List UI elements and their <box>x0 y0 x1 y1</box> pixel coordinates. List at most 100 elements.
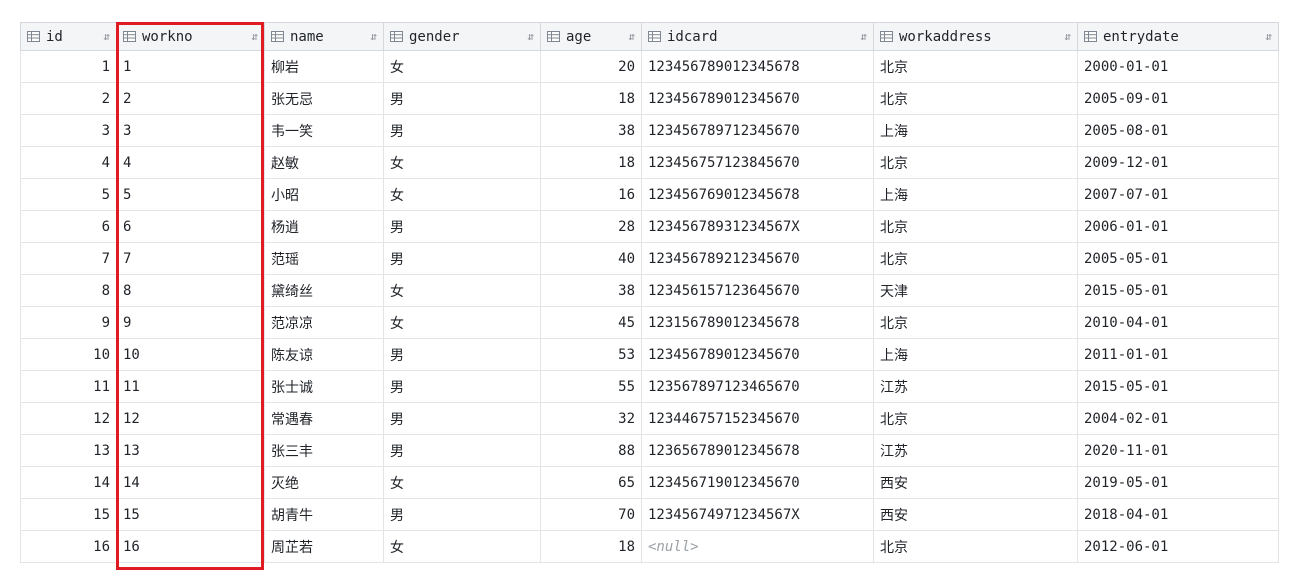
cell-name[interactable]: 周芷若 <box>264 530 384 563</box>
cell-age[interactable]: 18 <box>540 146 642 179</box>
table-row[interactable]: 12 12 常遇春男 32 123446757152345670 北京 2004-02-01 <box>20 402 1279 435</box>
cell-entrydate[interactable]: 2005-09-01 <box>1077 82 1279 115</box>
cell-workaddress[interactable]: 天津 <box>873 274 1078 307</box>
cell-name[interactable]: 灭绝 <box>264 466 384 499</box>
table-row[interactable]: 4 4 赵敏女 18 123456757123845670 北京 2009-12-01 <box>20 146 1279 179</box>
cell-age[interactable]: 32 <box>540 402 642 435</box>
cell-idcard[interactable]: 123456789012345670 <box>641 82 874 115</box>
cell-workaddress[interactable]: 上海 <box>873 114 1078 147</box>
cell-workno[interactable]: 13 <box>116 434 265 467</box>
cell-entrydate[interactable]: 2010-04-01 <box>1077 306 1279 339</box>
cell-name[interactable]: 张无忌 <box>264 82 384 115</box>
cell-gender[interactable]: 女 <box>383 466 541 499</box>
cell-name[interactable]: 常遇春 <box>264 402 384 435</box>
cell-idcard[interactable]: 123456789012345670 <box>641 338 874 371</box>
table-row[interactable]: 5 5 小昭女 16 123456769012345678 上海 2007-07-01 <box>20 178 1279 211</box>
table-row[interactable]: 7 7 范瑶男 40 123456789212345670 北京 2005-05-01 <box>20 242 1279 275</box>
cell-id[interactable]: 8 <box>20 274 117 307</box>
sort-arrows-icon[interactable]: ⇵ <box>1265 30 1272 43</box>
sort-arrows-icon[interactable]: ⇵ <box>103 30 110 43</box>
cell-entrydate[interactable]: 2015-05-01 <box>1077 274 1279 307</box>
cell-id[interactable]: 16 <box>20 530 117 563</box>
cell-idcard[interactable]: 12345674971234567X <box>641 498 874 531</box>
cell-age[interactable]: 16 <box>540 178 642 211</box>
cell-id[interactable]: 12 <box>20 402 117 435</box>
cell-id[interactable]: 13 <box>20 434 117 467</box>
cell-workno[interactable]: 16 <box>116 530 265 563</box>
cell-idcard[interactable]: 123656789012345678 <box>641 434 874 467</box>
cell-name[interactable]: 范瑶 <box>264 242 384 275</box>
cell-workaddress[interactable]: 北京 <box>873 210 1078 243</box>
cell-idcard[interactable]: 123456769012345678 <box>641 178 874 211</box>
cell-workaddress[interactable]: 北京 <box>873 146 1078 179</box>
table-row[interactable]: 13 13 张三丰男 88 123656789012345678 江苏 2020-11-01 <box>20 434 1279 467</box>
cell-age[interactable]: 55 <box>540 370 642 403</box>
cell-workaddress[interactable]: 北京 <box>873 242 1078 275</box>
cell-idcard[interactable]: 123456789212345670 <box>641 242 874 275</box>
cell-entrydate[interactable]: 2020-11-01 <box>1077 434 1279 467</box>
cell-id[interactable]: 4 <box>20 146 117 179</box>
cell-gender[interactable]: 男 <box>383 114 541 147</box>
cell-idcard[interactable]: 123567897123465670 <box>641 370 874 403</box>
cell-workaddress[interactable]: 西安 <box>873 466 1078 499</box>
cell-gender[interactable]: 男 <box>383 498 541 531</box>
sort-arrows-icon[interactable]: ⇵ <box>527 30 534 43</box>
cell-workno[interactable]: 4 <box>116 146 265 179</box>
cell-entrydate[interactable]: 2015-05-01 <box>1077 370 1279 403</box>
sort-arrows-icon[interactable]: ⇵ <box>370 30 377 43</box>
cell-workaddress[interactable]: 上海 <box>873 338 1078 371</box>
cell-workno[interactable]: 12 <box>116 402 265 435</box>
table-row[interactable]: 11 11 张士诚男 55 123567897123465670 江苏 2015-05-01 <box>20 370 1279 403</box>
cell-workno[interactable]: 8 <box>116 274 265 307</box>
cell-gender[interactable]: 男 <box>383 370 541 403</box>
table-row[interactable]: 8 8 黛绮丝女 38 123456157123645670 天津 2015-05-01 <box>20 274 1279 307</box>
column-header-workaddress[interactable]: workaddress ⇵ <box>873 22 1078 51</box>
cell-id[interactable]: 1 <box>20 50 117 83</box>
cell-age[interactable]: 38 <box>540 274 642 307</box>
column-header-idcard[interactable]: idcard ⇵ <box>641 22 874 51</box>
sort-arrows-icon[interactable]: ⇵ <box>860 30 867 43</box>
cell-entrydate[interactable]: 2000-01-01 <box>1077 50 1279 83</box>
cell-workno[interactable]: 15 <box>116 498 265 531</box>
cell-workno[interactable]: 9 <box>116 306 265 339</box>
cell-workno[interactable]: 1 <box>116 50 265 83</box>
cell-age[interactable]: 18 <box>540 82 642 115</box>
cell-workno[interactable]: 2 <box>116 82 265 115</box>
cell-id[interactable]: 10 <box>20 338 117 371</box>
cell-workaddress[interactable]: 上海 <box>873 178 1078 211</box>
cell-workno[interactable]: 5 <box>116 178 265 211</box>
cell-entrydate[interactable]: 2019-05-01 <box>1077 466 1279 499</box>
cell-gender[interactable]: 男 <box>383 434 541 467</box>
cell-workaddress[interactable]: 北京 <box>873 306 1078 339</box>
table-row[interactable]: 3 3 韦一笑男 38 123456789712345670 上海 2005-08-01 <box>20 114 1279 147</box>
cell-entrydate[interactable]: 2007-07-01 <box>1077 178 1279 211</box>
cell-gender[interactable]: 男 <box>383 402 541 435</box>
cell-name[interactable]: 杨逍 <box>264 210 384 243</box>
cell-name[interactable]: 柳岩 <box>264 50 384 83</box>
cell-workaddress[interactable]: 北京 <box>873 530 1078 563</box>
cell-age[interactable]: 45 <box>540 306 642 339</box>
cell-entrydate[interactable]: 2005-05-01 <box>1077 242 1279 275</box>
cell-name[interactable]: 张士诚 <box>264 370 384 403</box>
table-row[interactable]: 9 9 范凉凉女 45 123156789012345678 北京 2010-04-01 <box>20 306 1279 339</box>
cell-idcard[interactable]: 123456157123645670 <box>641 274 874 307</box>
cell-name[interactable]: 张三丰 <box>264 434 384 467</box>
table-row[interactable]: 10 10 陈友谅男 53 123456789012345670 上海 2011-01-01 <box>20 338 1279 371</box>
cell-idcard[interactable]: 123456789712345670 <box>641 114 874 147</box>
cell-age[interactable]: 88 <box>540 434 642 467</box>
cell-entrydate[interactable]: 2006-01-01 <box>1077 210 1279 243</box>
cell-idcard[interactable]: 123156789012345678 <box>641 306 874 339</box>
cell-idcard[interactable]: 123456757123845670 <box>641 146 874 179</box>
column-header-gender[interactable]: gender ⇵ <box>383 22 541 51</box>
cell-id[interactable]: 14 <box>20 466 117 499</box>
cell-gender[interactable]: 女 <box>383 178 541 211</box>
cell-entrydate[interactable]: 2018-04-01 <box>1077 498 1279 531</box>
cell-gender[interactable]: 女 <box>383 530 541 563</box>
cell-gender[interactable]: 女 <box>383 50 541 83</box>
cell-name[interactable]: 小昭 <box>264 178 384 211</box>
cell-age[interactable]: 70 <box>540 498 642 531</box>
table-row[interactable]: 2 2 张无忌男 18 123456789012345670 北京 2005-09-01 <box>20 82 1279 115</box>
cell-entrydate[interactable]: 2004-02-01 <box>1077 402 1279 435</box>
cell-workaddress[interactable]: 北京 <box>873 82 1078 115</box>
cell-idcard[interactable]: <null> <box>641 530 874 563</box>
